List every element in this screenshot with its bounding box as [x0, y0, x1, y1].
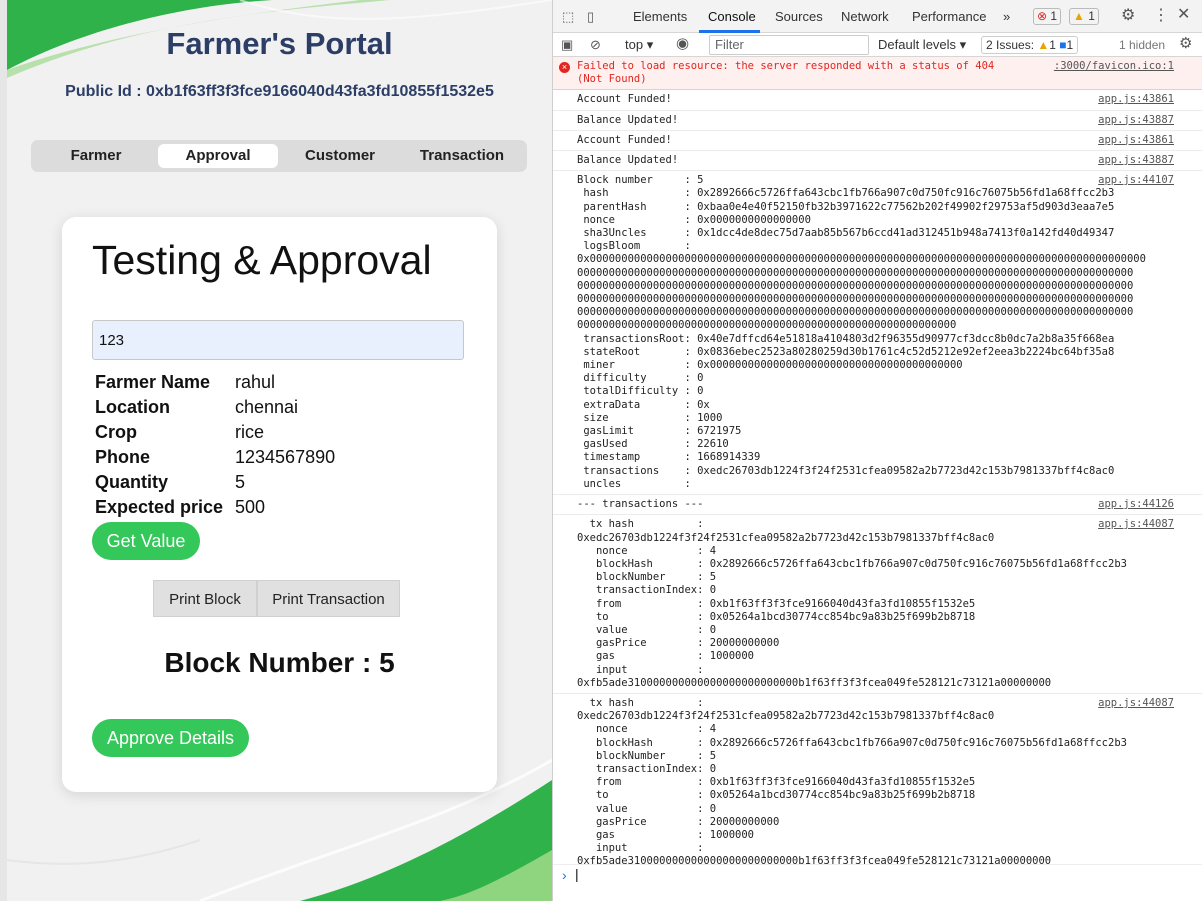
id-input[interactable]	[92, 320, 464, 360]
warning-count: 1	[1088, 9, 1095, 23]
farmer-portal-app: Farmer's Portal Public Id : 0xb1f63ff3f3…	[0, 0, 552, 901]
detail-value: rahul	[235, 372, 276, 392]
detail-value: rice	[235, 422, 265, 442]
eye-icon[interactable]: ◉	[676, 36, 689, 52]
console-error-message: × Failed to load resource: the server res…	[553, 57, 1202, 91]
error-badge[interactable]: ⊗ 1	[1033, 8, 1062, 25]
issues-warn-count: 1	[1049, 38, 1056, 52]
console-log: × Failed to load resource: the server res…	[553, 57, 1202, 864]
detail-row: Quantity 5	[95, 472, 475, 497]
error-count: 1	[1050, 9, 1058, 23]
devtools-panel: ⬚ ▯ Elements Console Sources Network Per…	[552, 0, 1202, 901]
tab-elements[interactable]: Elements	[633, 9, 687, 24]
console-settings-icon[interactable]: ⚙	[1179, 36, 1192, 52]
device-toggle-icon[interactable]: ▯	[587, 9, 594, 25]
tab-sources[interactable]: Sources	[775, 9, 823, 24]
detail-label: Expected price	[95, 497, 224, 517]
page-title: Farmer's Portal	[166, 26, 393, 61]
levels-dropdown[interactable]: Default levels ▾	[878, 37, 966, 53]
prompt-chevron-icon: ›	[562, 867, 567, 883]
close-icon[interactable]: ✕	[1177, 7, 1190, 23]
console-source-link[interactable]: app.js:43861	[1098, 134, 1174, 147]
print-block-button[interactable]: Print Block	[153, 580, 257, 617]
sidebar-toggle-icon[interactable]: ▣	[561, 37, 573, 53]
console-message: --- transactions --- app.js:44126	[553, 495, 1202, 516]
console-source-link[interactable]: app.js:44126	[1098, 498, 1174, 511]
tab-farmer[interactable]: Farmer	[36, 144, 156, 168]
console-message: Account Funded! app.js:43861	[553, 90, 1202, 111]
detail-label: Quantity	[95, 472, 169, 492]
detail-label: Crop	[95, 422, 137, 442]
issue-info-icon: ■	[1059, 38, 1067, 52]
console-message: tx hash : 0xedc26703db1224f3f24f2531cfea…	[553, 515, 1202, 694]
detail-row: Farmer Name rahul	[95, 372, 475, 397]
console-message: Block number : 5 hash : 0x2892666c5726ff…	[553, 171, 1202, 496]
detail-label: Farmer Name	[95, 372, 211, 392]
inspect-icon[interactable]: ⬚	[562, 9, 574, 25]
context-label: top	[625, 37, 644, 52]
console-message: Balance Updated! app.js:43887	[553, 111, 1202, 131]
console-message-text: tx hash : 0xedc26703db1224f3f24f2531cfea…	[577, 518, 1127, 689]
nav-tabs: Farmer Approval Customer Transaction	[31, 140, 527, 172]
console-prompt[interactable]: › |	[553, 864, 1202, 884]
tab-console[interactable]: Console	[708, 9, 756, 24]
block-number: Block Number : 5	[164, 647, 395, 678]
print-transaction-button[interactable]: Print Transaction	[257, 580, 400, 617]
approval-card: Testing & Approval Farmer Name rahul Loca…	[62, 217, 497, 792]
console-message-text: Block number : 5 hash : 0x2892666c5726ff…	[577, 174, 1146, 490]
more-tabs-icon[interactable]: »	[1003, 9, 1010, 24]
error-icon: ×	[559, 62, 570, 73]
levels-label: Default levels	[878, 37, 957, 52]
detail-row: Phone 1234567890	[95, 447, 475, 472]
prompt-caret: |	[575, 866, 579, 882]
settings-gear-icon[interactable]: ⚙	[1121, 8, 1135, 24]
hidden-count: 1 hidden	[1119, 38, 1166, 52]
tab-customer[interactable]: Customer	[280, 144, 400, 168]
console-source-link[interactable]: app.js:44107	[1098, 174, 1174, 187]
kebab-menu-icon[interactable]: ⋮	[1153, 8, 1169, 24]
tab-approval[interactable]: Approval	[158, 144, 278, 168]
error-icon: ⊗	[1037, 9, 1048, 23]
detail-row: Expected price 500	[95, 497, 475, 522]
detail-row: Crop rice	[95, 422, 475, 447]
tab-performance[interactable]: Performance	[912, 9, 986, 24]
public-id: Public Id : 0xb1f63ff3f3fce9166040d43fa3…	[65, 83, 494, 100]
issue-warning-icon: ▲	[1037, 38, 1050, 52]
get-value-button[interactable]: Get Value	[92, 522, 200, 560]
console-source-link[interactable]: app.js:44087	[1098, 697, 1174, 710]
devtools-toolbar: ⬚ ▯ Elements Console Sources Network Per…	[553, 0, 1202, 33]
warning-icon: ▲	[1073, 9, 1085, 23]
detail-row: Location chennai	[95, 397, 475, 422]
console-message: Account Funded! app.js:43861	[553, 131, 1202, 152]
issues-info-count: 1	[1066, 38, 1074, 52]
detail-label: Location	[95, 397, 170, 417]
console-source-link[interactable]: app.js:44087	[1098, 518, 1174, 531]
detail-value: chennai	[235, 397, 299, 417]
issues-button[interactable]: 2 Issues: ▲1 ■1	[981, 36, 1079, 54]
console-source-link[interactable]: app.js:43861	[1098, 93, 1174, 106]
console-message: Balance Updated! app.js:43887	[553, 151, 1202, 172]
approve-details-button[interactable]: Approve Details	[92, 719, 249, 757]
warning-badge[interactable]: ▲ 1	[1069, 8, 1099, 25]
console-source-link[interactable]: app.js:43887	[1098, 154, 1174, 167]
detail-value: 1234567890	[235, 447, 336, 467]
clear-console-icon[interactable]: ⊘	[590, 37, 601, 53]
filter-input[interactable]: Filter	[709, 35, 869, 55]
console-toolbar: ▣ ⊘ top ▾ ◉ Filter Default levels ▾ 2 Is…	[553, 33, 1202, 57]
detail-value: 5	[235, 472, 246, 492]
console-source-link[interactable]: :3000/favicon.ico:1	[1054, 60, 1174, 73]
console-message: tx hash : 0xedc26703db1224f3f24f2531cfea…	[553, 694, 1202, 864]
tab-transaction[interactable]: Transaction	[402, 144, 522, 168]
console-message-text: tx hash : 0xedc26703db1224f3f24f2531cfea…	[577, 696, 1127, 864]
tab-network[interactable]: Network	[841, 9, 889, 24]
card-heading: Testing & Approval	[92, 237, 432, 283]
detail-label: Phone	[95, 447, 151, 467]
issues-label: 2 Issues:	[986, 38, 1035, 52]
console-source-link[interactable]: app.js:43887	[1098, 114, 1174, 127]
details-list: Farmer Name rahul Location chennai Crop ric…	[95, 372, 475, 522]
detail-value: 500	[235, 497, 266, 517]
context-selector[interactable]: top ▾	[625, 37, 653, 53]
